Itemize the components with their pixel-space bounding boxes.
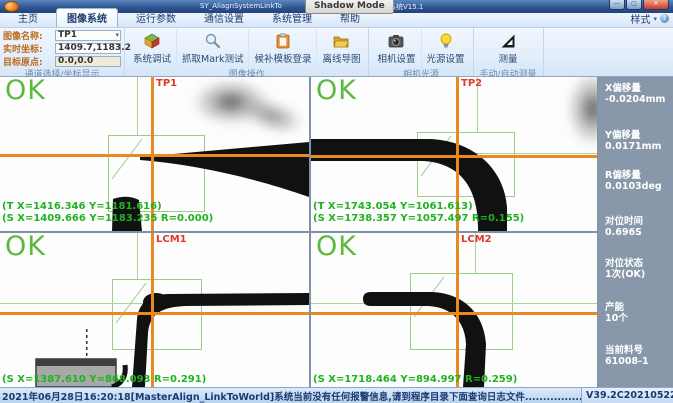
camera-label: LCM1 [156, 234, 187, 245]
part-number-readout: 当前料号61008-1 [605, 346, 649, 367]
triangle-ruler-icon [499, 32, 517, 50]
crosshair-horizontal [311, 312, 597, 315]
close-button[interactable]: ✕ [643, 0, 669, 10]
crosshair-horizontal [311, 155, 597, 158]
grab-mark-test-button[interactable]: 抓取Mark测试 [176, 29, 248, 67]
status-ok: OK [5, 77, 46, 106]
camera-settings-button[interactable]: 相机设置 [372, 29, 420, 67]
ribbon: 图像名称: TP1 实时坐标: 1409.7,1183.2 目标原点: 0.0,… [0, 28, 673, 77]
coordinate-readout: (T X=1743.054 Y=1061.613) (S X=1738.357 … [313, 201, 524, 224]
viewport-tp1[interactable]: TP1 OK (T X=1416.346 Y=1181.616) (S X=14… [0, 77, 309, 231]
offline-map-button[interactable]: 离线导图 [316, 29, 365, 67]
r-offset-readout: R偏移量0.0103deg [605, 171, 662, 192]
bulb-icon [437, 32, 455, 50]
menu-run-params[interactable]: 运行参数 [126, 9, 186, 27]
template-folder-icon [274, 32, 292, 50]
template-register-button[interactable]: 候补模板登录 [248, 29, 316, 67]
status-message: 2021年06月28日16:20:18[MasterAlign_LinkToWo… [0, 389, 581, 403]
chevron-down-icon[interactable]: ▾ [653, 15, 657, 23]
crosshair-vertical [151, 233, 154, 387]
cube-icon [143, 32, 161, 50]
crosshair-horizontal [0, 154, 309, 157]
realtime-coord-field[interactable]: 1409.7,1183.2 [55, 43, 121, 54]
ribbon-group-channel: 图像名称: TP1 实时坐标: 1409.7,1183.2 目标原点: 0.0,… [0, 28, 125, 76]
magnifier-icon [204, 32, 222, 50]
measure-button[interactable]: 测量 [494, 29, 523, 67]
crosshair-vertical [456, 233, 459, 387]
image-name-label: 图像名称: [3, 29, 55, 42]
align-time-readout: 对位时间0.696S [605, 217, 643, 238]
status-bar: 2021年06月28日16:20:18[MasterAlign_LinkToWo… [0, 387, 673, 403]
viewport-lcm2[interactable]: LCM2 OK (S X=1718.464 Y=894.997 R=0.259) [311, 233, 597, 387]
status-ok: OK [316, 233, 357, 262]
x-offset-readout: X偏移量-0.0204mm [605, 84, 665, 105]
target-origin-label: 目标原点: [3, 55, 55, 68]
status-ok: OK [316, 77, 357, 106]
image-name-combo[interactable]: TP1 [55, 30, 121, 41]
camera-label: TP2 [461, 78, 482, 89]
y-offset-readout: Y偏移量0.0171mm [605, 131, 661, 152]
menu-bar: 主页 图像系统 运行参数 通信设置 系统管理 帮助 样式 ▾ ? [0, 13, 673, 28]
shadow-mode-tab[interactable]: Shadow Mode [305, 0, 394, 14]
ribbon-filler [544, 28, 673, 76]
open-folder-icon [332, 32, 350, 50]
ribbon-group-camera-light: 相机设置 光源设置 相机光源 [369, 28, 473, 76]
crosshair-horizontal [0, 312, 309, 315]
target-origin-field[interactable]: 0.0,0.0 [55, 56, 121, 67]
align-status-readout: 对位状态1次(OK) [605, 259, 645, 280]
yield-readout: 产能10个 [605, 303, 628, 324]
menu-image-system[interactable]: 图像系统 [56, 8, 118, 27]
menu-home[interactable]: 主页 [8, 9, 48, 27]
ribbon-group-image-ops: 系统调试 抓取Mark测试 候补模板登录 [125, 28, 369, 76]
viewport-tp2[interactable]: TP2 OK (T X=1743.054 Y=1061.613) (S X=17… [311, 77, 597, 231]
status-ok: OK [5, 233, 46, 262]
style-dropdown[interactable]: 样式 [630, 11, 650, 26]
camera-icon [387, 32, 405, 50]
coordinate-readout: (T X=1416.346 Y=1181.616) (S X=1409.666 … [2, 201, 213, 224]
coordinate-readout: (S X=1718.464 Y=894.997 R=0.259) [313, 374, 517, 386]
camera-grid: TP1 OK (T X=1416.346 Y=1181.616) (S X=14… [0, 77, 673, 387]
light-settings-button[interactable]: 光源设置 [421, 29, 470, 67]
viewport-lcm1[interactable]: LCM1 OK (S X=1387.610 Y=868.093 R=0.291) [0, 233, 309, 387]
panel-edge-shape [0, 233, 309, 387]
ribbon-group-measure: 测量 手动/自动测量 [474, 28, 544, 76]
maximize-button[interactable]: ▢ [626, 0, 642, 10]
result-sidebar: X偏移量-0.0204mm Y偏移量0.0171mm R偏移量0.0103deg… [598, 77, 673, 387]
coordinate-readout: (S X=1387.610 Y=868.093 R=0.291) [2, 374, 206, 386]
camera-label: TP1 [156, 78, 177, 89]
realtime-coord-label: 实时坐标: [3, 42, 55, 55]
system-debug-button[interactable]: 系统调试 [128, 29, 176, 67]
help-icon[interactable]: ? [660, 14, 669, 23]
menu-comm-settings[interactable]: 通信设置 [194, 9, 254, 27]
camera-label: LCM2 [461, 234, 492, 245]
minimize-button[interactable]: — [609, 0, 625, 10]
version-label: V39.2C20210522N [581, 388, 673, 403]
